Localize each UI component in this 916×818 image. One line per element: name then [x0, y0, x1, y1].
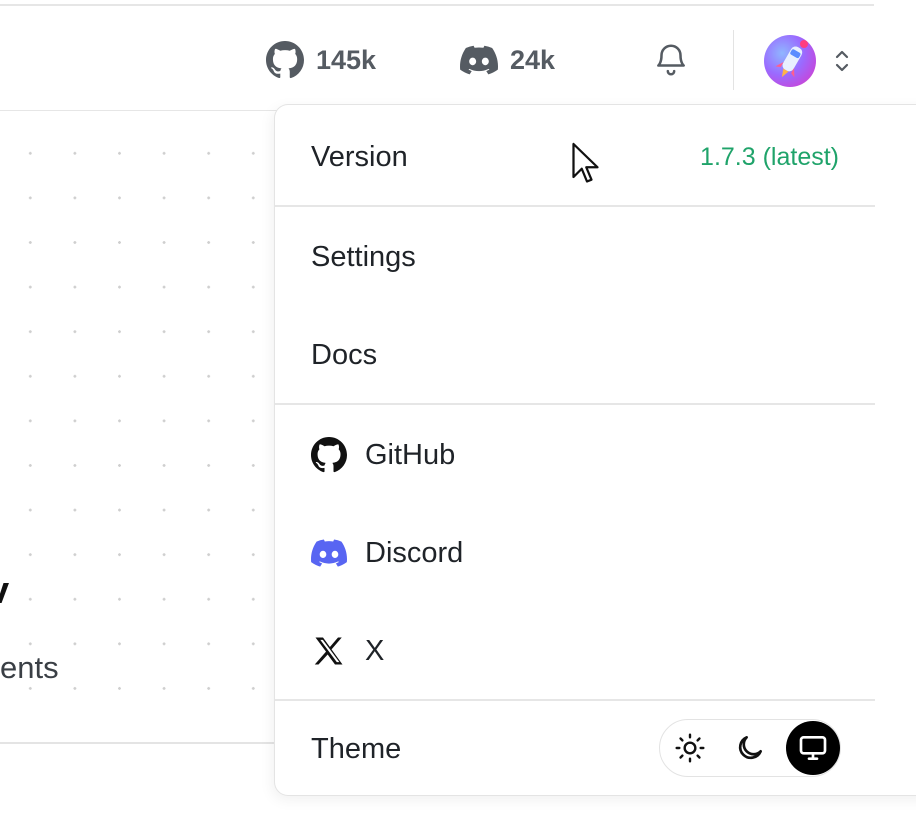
- discord-icon: [460, 45, 498, 75]
- header-divider: [733, 30, 734, 90]
- discord-members-link[interactable]: 24k: [460, 40, 555, 80]
- menu-item-version[interactable]: Version 1.7.3 (latest): [275, 109, 875, 205]
- discord-label: Discord: [365, 536, 464, 569]
- sun-icon: [675, 733, 705, 763]
- github-stars-link[interactable]: 145k: [266, 40, 376, 80]
- menu-item-github[interactable]: GitHub: [275, 407, 875, 503]
- github-stars-count: 145k: [316, 44, 377, 75]
- monitor-icon: [799, 736, 827, 760]
- menu-item-docs[interactable]: Docs: [275, 307, 875, 403]
- moon-icon: [738, 736, 762, 760]
- avatar-image: [775, 40, 808, 78]
- x-icon: [311, 633, 347, 669]
- settings-label: Settings: [311, 240, 416, 273]
- theme-system-button[interactable]: [786, 721, 840, 775]
- menu-item-settings[interactable]: Settings: [275, 209, 875, 305]
- account-dropdown-menu: Version 1.7.3 (latest) Settings Docs Git…: [274, 104, 916, 796]
- github-icon: [311, 437, 347, 473]
- header-border: [0, 110, 280, 111]
- top-border: [0, 4, 874, 6]
- menu-item-discord[interactable]: Discord: [275, 505, 875, 601]
- theme-label: Theme: [311, 732, 402, 765]
- menu-item-x[interactable]: X: [275, 603, 875, 699]
- discord-members-count: 24k: [510, 44, 556, 75]
- github-icon: [266, 41, 304, 79]
- version-label: Version: [311, 140, 408, 173]
- content-divider: [0, 742, 280, 744]
- theme-toggle-group: [659, 719, 841, 777]
- menu-separator: [275, 403, 875, 405]
- theme-light-button[interactable]: [666, 724, 714, 772]
- theme-dark-button[interactable]: [726, 724, 774, 772]
- menu-separator: [275, 205, 875, 207]
- discord-icon: [311, 535, 347, 571]
- app-page: 145k 24k v ents Version 1.7.3 (l: [0, 0, 916, 818]
- github-label: GitHub: [365, 438, 456, 471]
- account-menu-toggle[interactable]: [830, 44, 854, 78]
- user-avatar[interactable]: [764, 35, 816, 87]
- docs-label: Docs: [311, 338, 378, 371]
- dot-grid-background: [0, 115, 275, 715]
- bell-icon: [657, 44, 685, 76]
- x-label: X: [365, 634, 385, 667]
- chevron-up-down-icon: [835, 50, 849, 72]
- partial-subtext: ents: [0, 650, 59, 685]
- notifications-button[interactable]: [652, 40, 690, 80]
- version-value: 1.7.3 (latest): [700, 142, 839, 171]
- partial-heading: v: [0, 570, 9, 613]
